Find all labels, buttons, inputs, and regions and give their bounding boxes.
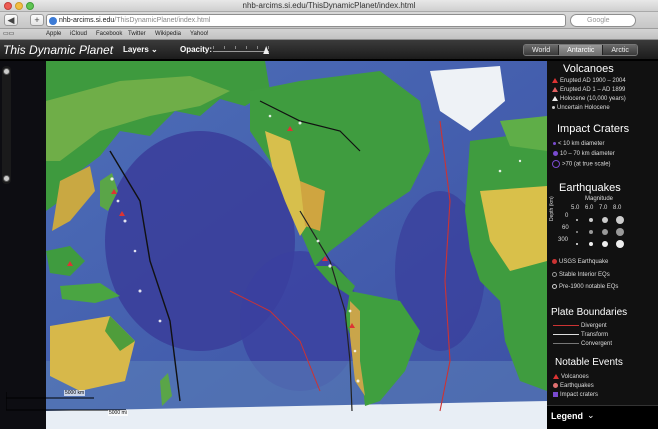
legend-item: < 10 km diameter (553, 140, 605, 148)
opacity-label: Opacity: (180, 45, 213, 54)
depth-label: Depth (km) (549, 196, 555, 221)
chevron-down-icon: ⌄ (587, 410, 595, 420)
zoom-slider[interactable] (2, 66, 11, 184)
app-title: This Dynamic Planet (3, 43, 114, 57)
url-path: /ThisDynamicPlanet/index.html (114, 17, 211, 24)
medium-crater-icon (553, 150, 558, 156)
depth-60: 60 (562, 225, 569, 231)
scale-bar: 5000 km 5000 mi (6, 388, 130, 418)
legend-item: >70 (at true scale) (552, 160, 611, 169)
legend-panel: Volcanoes Erupted AD 1900 – 2004 Erupted… (547, 61, 658, 429)
back-button[interactable]: ◀ (4, 14, 18, 26)
bookmark-facebook[interactable]: Facebook (96, 30, 122, 39)
view-switcher: World Antarctic Arctic (523, 44, 638, 56)
view-world-button[interactable]: World (524, 45, 560, 55)
reading-list-icon[interactable]: ▭▭ (3, 30, 14, 39)
magnitude-7: 7.0 (599, 205, 608, 211)
window-titlebar: nhb-arcims.si.edu/ThisDynamicPlanet/inde… (0, 0, 658, 12)
small-crater-icon (553, 141, 556, 145)
event-earthquake-icon (553, 382, 558, 388)
magnitude-label: Magnitude (585, 196, 614, 202)
volcano-pink-icon (552, 86, 558, 92)
browser-toolbar: ◀ + nhb-arcims.si.edu/ThisDynamicPlanet/… (0, 12, 658, 29)
bookmark-twitter[interactable]: Twitter (128, 30, 146, 39)
layers-label: Layers (123, 45, 149, 54)
legend-item: Divergent (553, 322, 607, 330)
legend-toggle-label: Legend (551, 411, 584, 421)
bookmark-yahoo[interactable]: Yahoo! (190, 30, 209, 39)
add-tab-button[interactable]: + (30, 14, 44, 26)
legend-item: Pre-1900 notable EQs (552, 283, 618, 291)
volcano-red-icon (552, 77, 558, 83)
bookmarks-bar: ▭▭ Apple iCloud Facebook Twitter Wikiped… (0, 29, 658, 40)
legend-item: USGS Earthquake (552, 258, 608, 266)
view-antarctic-button[interactable]: Antarctic (559, 45, 604, 55)
legend-item: Stable Interior EQs (552, 271, 610, 279)
magnitude-8: 8.0 (613, 205, 622, 211)
window-title: nhb-arcims.si.edu/ThisDynamicPlanet/inde… (242, 1, 416, 10)
opacity-slider[interactable] (213, 46, 269, 52)
legend-item: Uncertain Holocene (552, 104, 610, 112)
legend-item: Holocene (10,000 years) (552, 95, 626, 103)
volcanoes-heading: Volcanoes (563, 63, 614, 75)
scale-km-label: 5000 km (64, 390, 86, 396)
bookmark-wikipedia[interactable]: Wikipedia (155, 30, 181, 39)
pre1900-eq-icon (552, 283, 557, 289)
legend-item: Earthquakes (553, 382, 594, 390)
earthquake-magnitude-grid (571, 216, 626, 252)
transform-line-icon (553, 333, 579, 335)
stable-eq-icon (552, 271, 557, 277)
depth-0: 0 (565, 213, 569, 219)
legend-item: Erupted AD 1 – AD 1899 (552, 86, 625, 94)
legend-item: Transform (553, 331, 608, 339)
app-header: This Dynamic Planet Layers ⌄ Opacity: Wo… (0, 40, 658, 60)
earthquakes-heading: Earthquakes (559, 182, 621, 194)
event-crater-icon (553, 391, 558, 397)
convergent-line-icon (553, 342, 579, 344)
legend-item: Volcanoes (553, 373, 589, 381)
legend-item: Convergent (553, 340, 612, 348)
world-map[interactable] (0, 61, 547, 429)
globe-icon (49, 17, 57, 25)
legend-item: Impact craters (553, 391, 598, 399)
url-host: nhb-arcims.si.edu (59, 17, 115, 24)
legend-item: 10 – 70 km diameter (553, 150, 615, 158)
uncertain-dot-icon (552, 105, 555, 109)
bookmark-apple[interactable]: Apple (46, 30, 61, 39)
view-arctic-button[interactable]: Arctic (603, 45, 637, 55)
large-crater-icon (552, 160, 560, 168)
chevron-down-icon: ⌄ (151, 45, 158, 54)
volcano-white-icon (552, 95, 558, 101)
layers-menu[interactable]: Layers ⌄ (123, 45, 158, 54)
events-heading: Notable Events (555, 357, 623, 368)
scale-mi-label: 5000 mi (108, 410, 128, 416)
search-input[interactable]: Google (570, 14, 636, 27)
zoom-out-icon[interactable] (3, 175, 10, 182)
legend-toggle[interactable]: Legend ⌄ (547, 405, 658, 429)
address-bar[interactable]: nhb-arcims.si.edu/ThisDynamicPlanet/inde… (46, 14, 566, 27)
magnitude-5: 5.0 (571, 205, 580, 211)
divergent-line-icon (553, 324, 579, 326)
plates-heading: Plate Boundaries (551, 307, 628, 318)
legend-item: Erupted AD 1900 – 2004 (552, 77, 626, 85)
zoom-in-icon[interactable] (3, 68, 10, 75)
bookmark-icloud[interactable]: iCloud (70, 30, 87, 39)
usgs-earthquake-icon (552, 258, 557, 264)
depth-300: 300 (558, 237, 569, 243)
magnitude-6: 6.0 (585, 205, 594, 211)
map-canvas[interactable] (0, 61, 547, 429)
event-volcano-icon (553, 373, 559, 379)
craters-heading: Impact Craters (557, 123, 630, 135)
